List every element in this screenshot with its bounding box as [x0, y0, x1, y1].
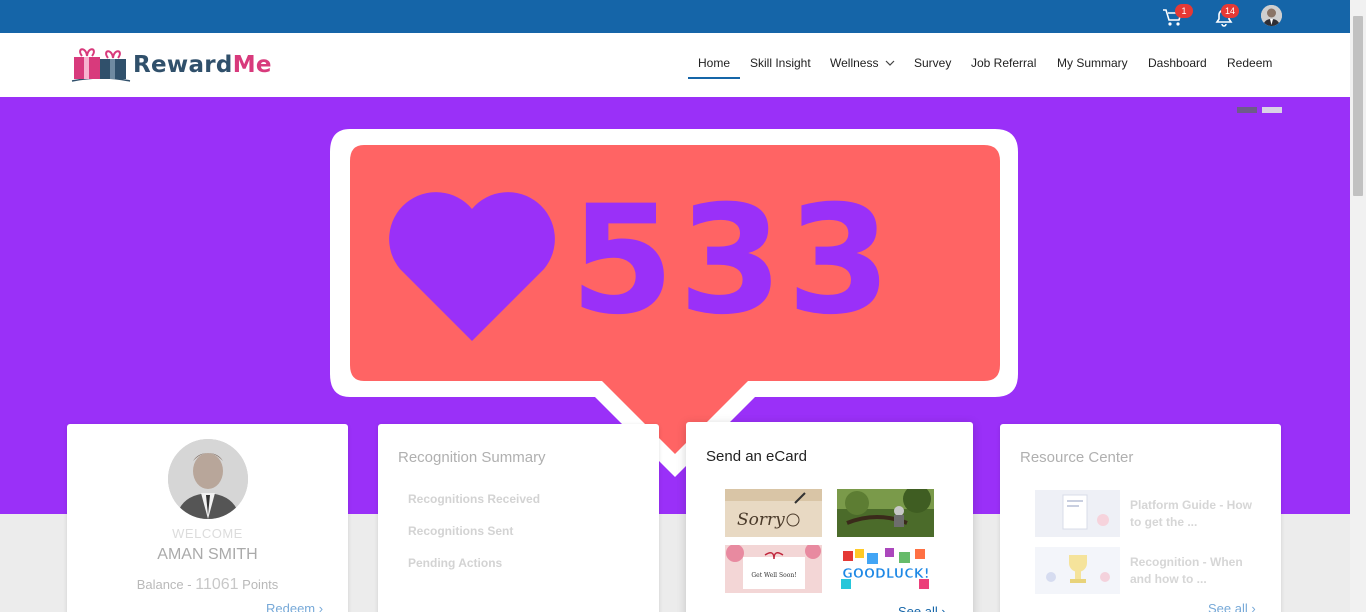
goodluck-card-image: GOODLUCK! — [837, 545, 934, 593]
user-name: AMAN SMITH — [157, 546, 258, 563]
card-title: Resource Center — [1020, 449, 1134, 466]
recognitions-sent-link[interactable]: Recognitions Sent — [408, 524, 513, 538]
recognitions-received-link[interactable]: Recognitions Received — [408, 492, 540, 506]
page-scrollbar[interactable] — [1350, 0, 1366, 612]
svg-text:GOODLUCK!: GOODLUCK! — [842, 567, 929, 582]
redeem-link[interactable]: Redeem › — [266, 601, 323, 612]
welcome-card: WELCOME AMAN SMITH Balance - 11061 Point… — [67, 424, 348, 612]
sorry-card-image: Sorry — [725, 489, 822, 537]
gift-box-icon — [71, 48, 131, 82]
carousel-dot-1[interactable] — [1237, 107, 1257, 113]
ecard-nature[interactable] — [837, 489, 934, 537]
see-all-ecards-link[interactable]: See all › — [898, 604, 946, 612]
main-header: RewardMe Home Skill Insight Wellness Sur… — [0, 33, 1350, 97]
nav-wellness[interactable]: Wellness — [830, 56, 895, 70]
nav-wellness-label: Wellness — [830, 56, 879, 70]
nav-survey[interactable]: Survey — [914, 56, 951, 70]
guide-thumbnail-icon — [1035, 490, 1120, 537]
nav-skill-insight[interactable]: Skill Insight — [750, 56, 811, 70]
nav-home[interactable]: Home — [688, 56, 741, 79]
brand-name: RewardMe — [133, 52, 272, 78]
ecard-goodluck[interactable]: GOODLUCK! — [837, 545, 934, 593]
resource-recognition-link[interactable]: Recognition - When and how to ... — [1130, 554, 1255, 588]
chevron-right-icon: › — [318, 601, 324, 612]
trophy-thumbnail-icon — [1035, 547, 1120, 594]
see-all-resources-link[interactable]: See all › — [1208, 601, 1256, 612]
carousel-dot-2[interactable] — [1262, 107, 1282, 113]
svg-text:Get Well Soon!: Get Well Soon! — [751, 572, 796, 579]
points-value: 11061 — [195, 576, 239, 593]
ecard-sorry[interactable]: Sorry — [725, 489, 822, 537]
user-avatar[interactable] — [1261, 5, 1282, 26]
resource-center-card: Resource Center Platform Guide - How to … — [1000, 424, 1281, 612]
notification-count-badge: 14 — [1221, 4, 1240, 18]
resource-thumb-recognition[interactable] — [1035, 547, 1120, 594]
card-title: Send an eCard — [706, 448, 807, 465]
chevron-down-icon — [885, 60, 895, 66]
card-title: Recognition Summary — [398, 449, 546, 466]
brand-logo[interactable]: RewardMe — [70, 45, 275, 85]
send-ecard-card: Send an eCard Sorry Get Well Soon! GOODL… — [686, 422, 973, 612]
chevron-right-icon: › — [941, 604, 946, 612]
nav-dashboard[interactable]: Dashboard — [1148, 56, 1207, 70]
svg-text:Sorry: Sorry — [737, 510, 785, 530]
profile-photo — [168, 439, 248, 519]
cart-count-badge: 1 — [1175, 4, 1193, 18]
nav-redeem[interactable]: Redeem — [1227, 56, 1272, 70]
top-bar: 1 14 — [0, 0, 1350, 33]
pending-actions-link[interactable]: Pending Actions — [408, 556, 502, 570]
welcome-label: WELCOME — [172, 526, 243, 541]
resource-platform-guide-link[interactable]: Platform Guide - How to get the ... — [1130, 497, 1255, 531]
like-count: 533 — [570, 174, 895, 348]
scrollbar-thumb[interactable] — [1353, 16, 1363, 196]
user-photo-icon — [1261, 5, 1282, 26]
get-well-card-image: Get Well Soon! — [725, 545, 822, 593]
nav-job-referral[interactable]: Job Referral — [971, 56, 1036, 70]
nav-my-summary[interactable]: My Summary — [1057, 56, 1128, 70]
chevron-right-icon: › — [1251, 601, 1256, 612]
nature-card-image — [837, 489, 934, 537]
recognition-summary-card: Recognition Summary Recognitions Receive… — [378, 424, 659, 612]
points-balance: Balance - 11061 Points — [136, 576, 279, 593]
user-photo-icon — [168, 439, 248, 519]
resource-thumb-platform-guide[interactable] — [1035, 490, 1120, 537]
ecard-get-well-soon[interactable]: Get Well Soon! — [725, 545, 822, 593]
cart-button[interactable]: 1 — [1162, 4, 1193, 27]
notifications-button[interactable]: 14 — [1213, 4, 1240, 27]
